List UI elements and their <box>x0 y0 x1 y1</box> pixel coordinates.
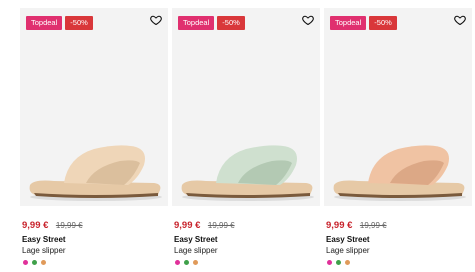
topdeal-badge: Topdeal <box>26 16 63 30</box>
product-description[interactable]: Lage slipper <box>326 246 370 255</box>
product-description[interactable]: Lage slipper <box>22 246 66 255</box>
product-image[interactable]: Topdeal -50% <box>20 8 168 206</box>
discount-badge: -50% <box>65 16 93 30</box>
brand-name[interactable]: Easy Street <box>174 235 218 244</box>
discount-badge: -50% <box>369 16 397 30</box>
color-swatches <box>175 260 198 265</box>
sale-price: 9,99 € <box>326 220 353 231</box>
badge-group: Topdeal -50% <box>330 16 397 30</box>
original-price: 19,99 € <box>55 221 83 230</box>
product-card[interactable]: Topdeal -50% 9,99 € 19,99 € Easy Street … <box>172 8 320 272</box>
product-grid: Topdeal -50% 9,99 € 19,99 € Easy Street … <box>0 0 475 272</box>
color-swatch-pink[interactable] <box>23 260 28 265</box>
color-swatch-orange[interactable] <box>41 260 46 265</box>
sandal-illustration <box>181 145 314 201</box>
price-row: 9,99 € 19,99 € <box>174 215 235 233</box>
product-card[interactable]: Topdeal -50% 9,99 € 19,99 € Easy Street … <box>20 8 168 272</box>
product-card[interactable]: Topdeal -50% 9,99 € 19,99 € Easy Street … <box>324 8 472 272</box>
color-swatches <box>327 260 350 265</box>
price-row: 9,99 € 19,99 € <box>326 215 387 233</box>
heart-icon[interactable] <box>302 14 314 26</box>
heart-icon[interactable] <box>454 14 466 26</box>
topdeal-badge: Topdeal <box>330 16 367 30</box>
badge-group: Topdeal -50% <box>26 16 93 30</box>
original-price: 19,99 € <box>359 221 387 230</box>
badge-group: Topdeal -50% <box>178 16 245 30</box>
sale-price: 9,99 € <box>22 220 49 231</box>
discount-badge: -50% <box>217 16 245 30</box>
color-swatch-green[interactable] <box>184 260 189 265</box>
product-image[interactable]: Topdeal -50% <box>172 8 320 206</box>
color-swatch-pink[interactable] <box>327 260 332 265</box>
color-swatch-green[interactable] <box>336 260 341 265</box>
color-swatch-green[interactable] <box>32 260 37 265</box>
brand-name[interactable]: Easy Street <box>326 235 370 244</box>
product-description[interactable]: Lage slipper <box>174 246 218 255</box>
color-swatches <box>23 260 46 265</box>
sandal-illustration <box>29 145 162 201</box>
topdeal-badge: Topdeal <box>178 16 215 30</box>
price-row: 9,99 € 19,99 € <box>22 215 83 233</box>
color-swatch-pink[interactable] <box>175 260 180 265</box>
sale-price: 9,99 € <box>174 220 201 231</box>
color-swatch-orange[interactable] <box>345 260 350 265</box>
product-image[interactable]: Topdeal -50% <box>324 8 472 206</box>
brand-name[interactable]: Easy Street <box>22 235 66 244</box>
color-swatch-orange[interactable] <box>193 260 198 265</box>
heart-icon[interactable] <box>150 14 162 26</box>
original-price: 19,99 € <box>207 221 235 230</box>
sandal-illustration <box>333 145 466 201</box>
